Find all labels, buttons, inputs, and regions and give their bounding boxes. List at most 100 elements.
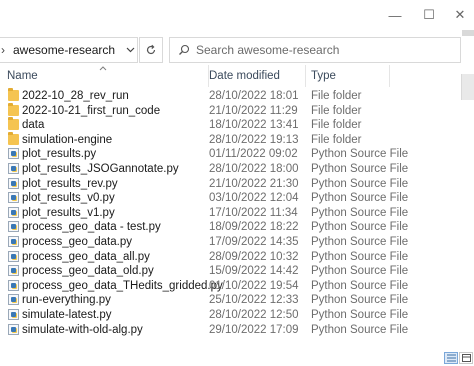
search-box[interactable]: [169, 37, 461, 63]
file-name[interactable]: 2022-10-21_first_run_code: [22, 104, 160, 119]
file-row[interactable]: process_geo_data_old.py 15/09/2022 14:42 P…: [0, 264, 474, 279]
file-type: Python Source File: [311, 323, 409, 336]
column-header-type[interactable]: Type: [311, 65, 390, 87]
file-name[interactable]: plot_results_v1.py: [22, 206, 115, 221]
file-type: Python Source File: [311, 265, 409, 278]
file-type: Python Source File: [311, 206, 409, 219]
file-type: Python Source File: [311, 308, 409, 321]
maximize-button[interactable]: ☐: [412, 0, 446, 30]
folder-icon: [8, 88, 19, 101]
file-type: Python Source File: [311, 279, 409, 292]
file-name[interactable]: process_geo_data - test.py: [22, 220, 161, 235]
search-icon: [179, 44, 190, 55]
file-name[interactable]: process_geo_data_old.py: [22, 264, 154, 279]
file-name[interactable]: data: [22, 118, 44, 133]
file-name[interactable]: simulate-latest.py: [22, 308, 111, 323]
file-row[interactable]: process_geo_data_all.py 28/09/2022 10:32 P…: [0, 250, 474, 265]
minimize-button[interactable]: —: [378, 0, 412, 30]
file-row[interactable]: 2022-10-21_first_run_code 21/10/2022 11:2…: [0, 102, 474, 119]
details-view-icon: [446, 354, 456, 362]
file-type: Python Source File: [311, 177, 409, 190]
python-file-icon: [8, 323, 19, 335]
column-header-date-modified[interactable]: Date modified: [209, 65, 306, 87]
python-file-icon: [8, 265, 19, 277]
file-name[interactable]: plot_results_rev.py: [22, 177, 118, 192]
file-name[interactable]: plot_results_v0.py: [22, 191, 115, 206]
search-input[interactable]: [196, 43, 446, 57]
file-date-modified: 17/09/2022 14:35: [209, 235, 299, 248]
file-name[interactable]: process_geo_data_all.py: [22, 250, 150, 265]
large-icons-view-button[interactable]: [459, 352, 473, 364]
file-date-modified: 01/11/2022 09:02: [209, 148, 298, 161]
address-bar[interactable]: › awesome-research: [0, 37, 138, 63]
file-row[interactable]: 2022-10_28_rev_run 28/10/2022 18:01 File f…: [0, 88, 474, 104]
python-file-icon: [8, 279, 19, 291]
file-row[interactable]: plot_results_rev.py 21/10/2022 21:30 Pytho…: [0, 177, 474, 192]
minimize-icon: —: [388, 7, 402, 23]
python-file-icon: [8, 162, 19, 174]
file-row[interactable]: simulate-latest.py 28/10/2022 12:50 Python…: [0, 308, 474, 323]
file-row[interactable]: plot_results.py 01/11/2022 09:02 Python So…: [0, 147, 474, 162]
file-row[interactable]: plot_results_JSOGannotate.py 28/10/2022 1…: [0, 162, 474, 177]
large-icons-view-icon: [461, 354, 471, 362]
python-file-icon: [8, 221, 19, 233]
file-row[interactable]: simulation-engine 28/10/2022 19:13 File fo…: [0, 131, 474, 148]
file-type: File folder: [311, 133, 362, 146]
close-button[interactable]: ✕: [446, 0, 474, 30]
file-date-modified: 28/10/2022 18:01: [209, 90, 299, 102]
file-type: File folder: [311, 119, 362, 132]
file-row[interactable]: plot_results_v1.py 17/10/2022 11:34 Python…: [0, 206, 474, 221]
file-row[interactable]: data 18/10/2022 13:41 File folder: [0, 117, 474, 133]
file-date-modified: 28/10/2022 19:13: [209, 133, 299, 146]
file-date-modified: 25/10/2022 12:33: [209, 294, 299, 307]
file-date-modified: 17/10/2022 11:34: [209, 206, 298, 219]
python-file-icon: [8, 235, 19, 247]
status-bar: [0, 350, 474, 366]
breadcrumb-current-folder[interactable]: awesome-research: [13, 43, 123, 57]
file-type: Python Source File: [311, 192, 409, 205]
close-icon: ✕: [454, 7, 466, 22]
file-name[interactable]: simulation-engine: [22, 133, 112, 148]
file-type: Python Source File: [311, 162, 409, 175]
file-row[interactable]: process_geo_data_THedits_gridded.py 01/10…: [0, 279, 474, 294]
file-name[interactable]: simulate-with-old-alg.py: [22, 323, 143, 338]
file-type: Python Source File: [311, 250, 409, 263]
file-name[interactable]: plot_results_JSOGannotate.py: [22, 162, 179, 177]
python-file-icon: [8, 294, 19, 306]
details-view-button[interactable]: [444, 352, 458, 364]
file-row[interactable]: run-everything.py 25/10/2022 12:33 Python …: [0, 293, 474, 308]
window-edge: [462, 30, 474, 36]
chevron-down-icon: [126, 47, 134, 53]
python-file-icon: [8, 206, 19, 218]
file-list: 2022-10_28_rev_run 28/10/2022 18:01 File f…: [0, 88, 474, 338]
folder-icon: [8, 102, 19, 116]
file-name[interactable]: 2022-10_28_rev_run: [22, 89, 129, 104]
file-name[interactable]: process_geo_data_THedits_gridded.py: [22, 279, 223, 294]
python-file-icon: [8, 192, 19, 204]
file-row[interactable]: process_geo_data.py 17/09/2022 14:35 Pytho…: [0, 235, 474, 250]
file-row[interactable]: plot_results_v0.py 03/10/2022 12:04 Python…: [0, 191, 474, 206]
file-row[interactable]: process_geo_data - test.py 18/09/2022 18:…: [0, 220, 474, 235]
column-header-name[interactable]: Name: [0, 65, 209, 87]
address-dropdown-button[interactable]: [123, 47, 137, 53]
file-type: Python Source File: [311, 294, 409, 307]
file-name[interactable]: run-everything.py: [22, 293, 111, 308]
file-date-modified: 28/10/2022 18:00: [209, 162, 299, 175]
column-header-row: Name Date modified Type: [0, 65, 474, 87]
file-row[interactable]: simulate-with-old-alg.py 29/10/2022 17:09…: [0, 323, 474, 338]
file-date-modified: 21/10/2022 11:29: [209, 104, 298, 117]
file-date-modified: 28/10/2022 12:50: [209, 308, 299, 321]
file-type: Python Source File: [311, 235, 409, 248]
file-date-modified: 29/10/2022 17:09: [209, 323, 299, 336]
file-name[interactable]: plot_results.py: [22, 147, 96, 162]
python-file-icon: [8, 308, 19, 320]
file-type: File folder: [311, 90, 362, 102]
title-bar: — ☐ ✕: [0, 0, 474, 30]
refresh-icon: [146, 44, 156, 55]
breadcrumb-chevron-icon: ›: [1, 43, 5, 57]
file-type: Python Source File: [311, 221, 409, 234]
refresh-button[interactable]: [139, 37, 163, 63]
file-type: File folder: [311, 104, 362, 117]
navigation-bar: › awesome-research: [0, 37, 474, 100]
file-name[interactable]: process_geo_data.py: [22, 235, 132, 250]
